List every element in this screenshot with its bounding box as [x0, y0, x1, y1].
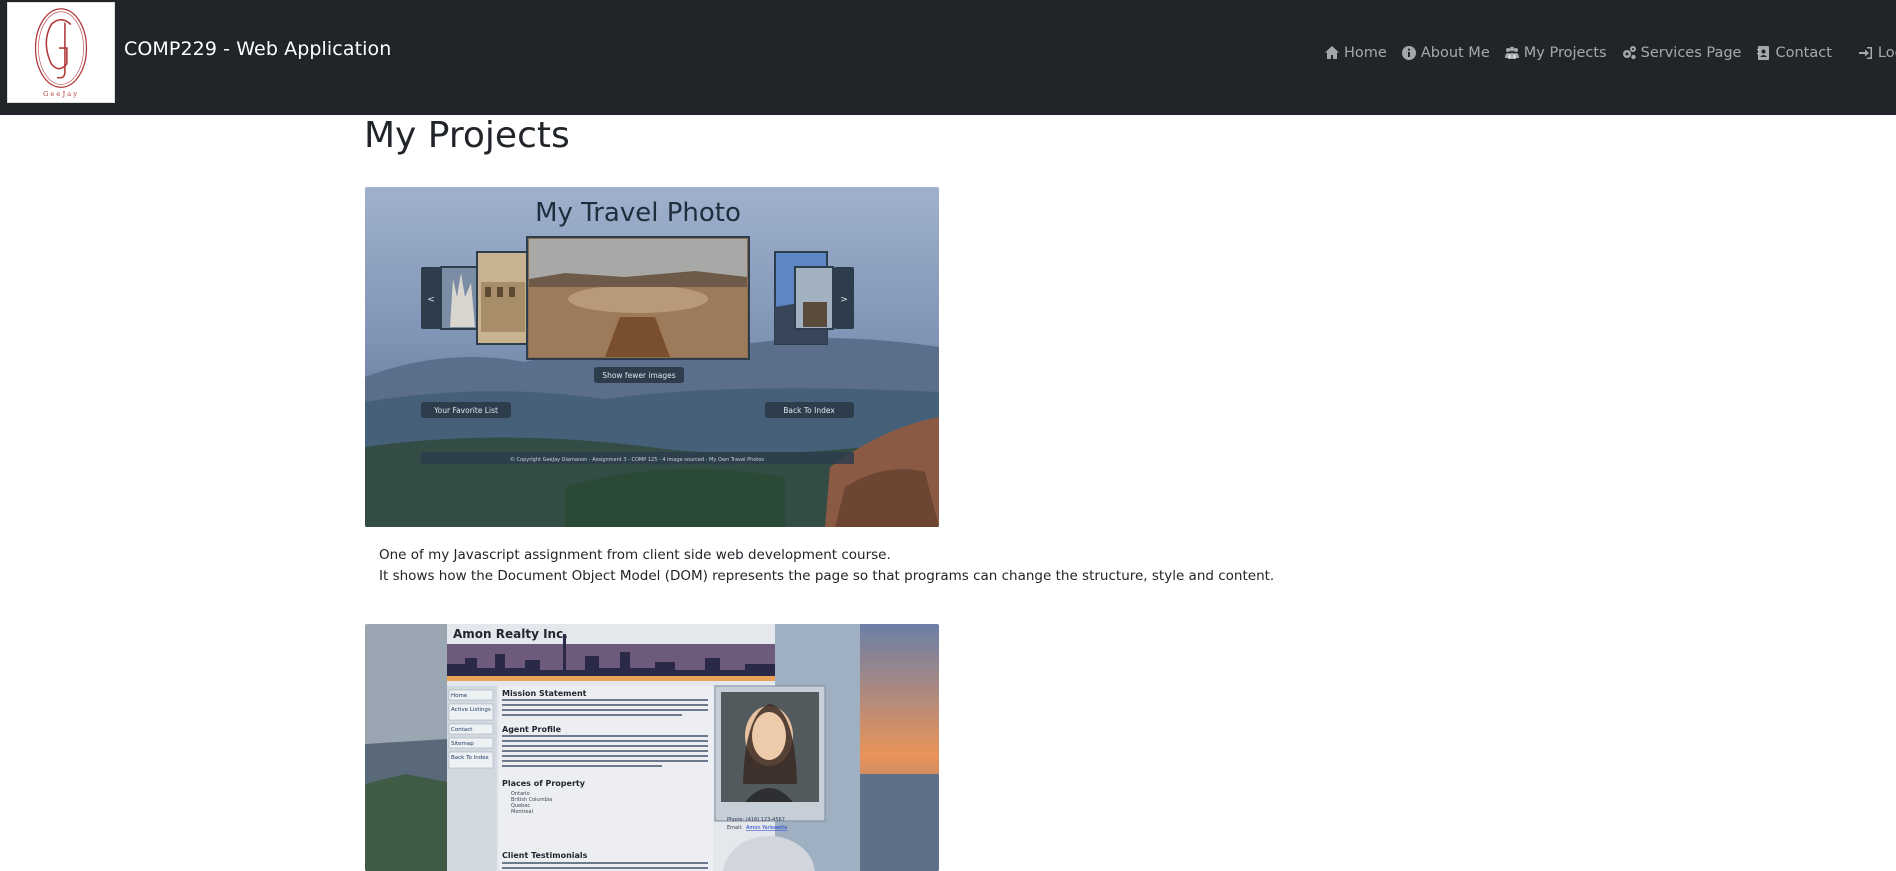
- realty-email-link: Amon Yarleaetta: [746, 825, 787, 831]
- nav-contact-label: Contact: [1775, 45, 1832, 61]
- realty-section-testimonials: Client Testimonials: [502, 851, 588, 860]
- home-icon: [1324, 45, 1340, 61]
- description-line: It shows how the Document Object Model (…: [379, 568, 1275, 584]
- projects-icon: [1504, 45, 1520, 61]
- realty-menu-back-to-index: Back To Index: [451, 755, 490, 761]
- nav-about-me[interactable]: About Me: [1401, 45, 1490, 61]
- nav-log-in-label: Log In: [1877, 45, 1896, 61]
- realty-company-name: Amon Realty Inc.: [453, 627, 568, 641]
- description-line: One of my Javascript assignment from cli…: [379, 547, 891, 563]
- realty-email-label: Email:: [727, 825, 743, 831]
- contact-book-icon: [1755, 45, 1771, 61]
- nav-home[interactable]: Home: [1324, 45, 1387, 61]
- top-navbar: GeeJay COMP229 - Web Application Home Ab…: [0, 0, 1896, 115]
- nav-my-projects-label: My Projects: [1523, 45, 1607, 61]
- nav-about-me-label: About Me: [1420, 45, 1490, 61]
- realty-menu-active-listings: Active Listings: [451, 707, 491, 713]
- realty-place-item: Montreal: [511, 809, 533, 815]
- nav-services-page[interactable]: Services Page: [1621, 45, 1742, 61]
- toggle-images-button: Show fewer images: [602, 371, 675, 380]
- info-circle-icon: [1401, 45, 1417, 61]
- travel-photo-title: My Travel Photo: [535, 198, 741, 228]
- realty-menu-home: Home: [451, 693, 468, 699]
- nav-services-page-label: Services Page: [1640, 45, 1742, 61]
- main-nav: Home About Me My Projects Services Page …: [1324, 42, 1896, 64]
- sign-in-icon: [1858, 45, 1874, 61]
- site-logo[interactable]: GeeJay: [7, 2, 115, 103]
- brand-title[interactable]: COMP229 - Web Application: [124, 38, 391, 60]
- page-title: My Projects: [364, 115, 570, 156]
- realty-menu-contact: Contact: [451, 727, 473, 733]
- nav-log-in[interactable]: Log In: [1858, 45, 1896, 61]
- realty-section-agent-profile: Agent Profile: [502, 725, 562, 734]
- nav-my-projects[interactable]: My Projects: [1504, 45, 1607, 61]
- favorite-list-button: Your Favorite List: [433, 406, 498, 415]
- project-travel-photo-screenshot: My Travel Photo < > Show fewer images Yo…: [365, 187, 939, 527]
- nav-home-label: Home: [1344, 45, 1387, 61]
- project-amon-realty-screenshot: Amon Realty Inc. Home Active Listings Co…: [365, 624, 939, 871]
- realty-menu-sitemap: Sitemap: [451, 741, 474, 747]
- project-travel-photo-description: One of my Javascript assignment from cli…: [379, 545, 1274, 587]
- cogs-icon: [1621, 45, 1637, 61]
- realty-section-mission: Mission Statement: [502, 689, 587, 698]
- travel-photo-footer: © Copyright GeeJay Diamanon - Assignment…: [510, 456, 764, 463]
- realty-section-places: Places of Property: [502, 779, 586, 788]
- realty-phone: Phone: (416) 123-4567: [727, 817, 785, 823]
- carousel-next-label: >: [840, 295, 848, 305]
- logo-text: GeeJay: [43, 90, 79, 98]
- nav-contact[interactable]: Contact: [1755, 45, 1832, 61]
- carousel-prev-label: <: [427, 295, 435, 305]
- back-to-index-button: Back To Index: [783, 406, 835, 415]
